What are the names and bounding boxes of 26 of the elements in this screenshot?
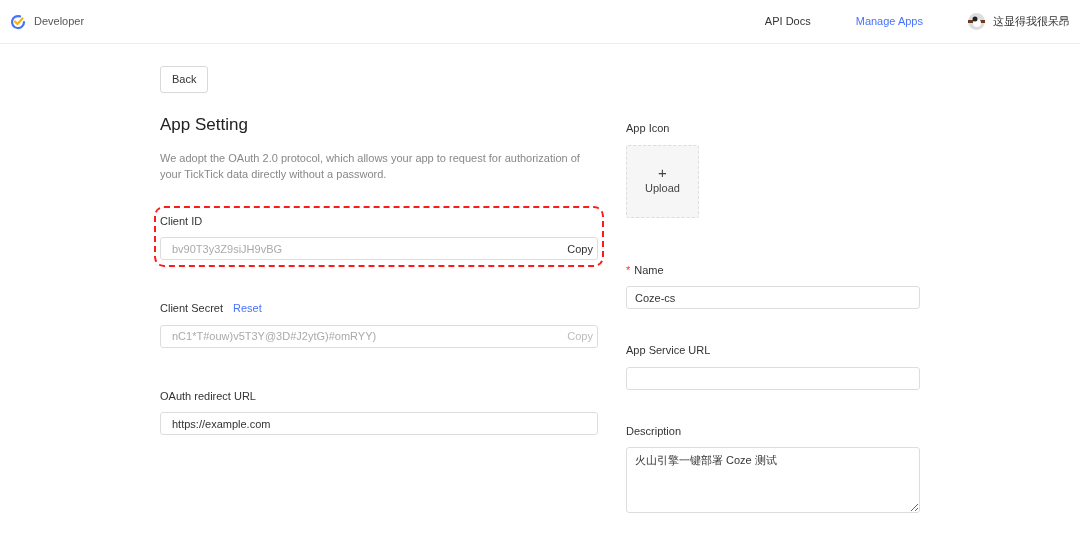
text-field[interactable]: Coze-cs	[626, 286, 920, 309]
field-label: App Service URL	[626, 343, 711, 358]
intro-text: We adopt the OAuth 2.0 protocol, which allows your app to request for authorization of your TickTick data directly without a password.	[160, 150, 581, 182]
description-field[interactable]: 火山引擎一键部署 Coze 测试	[626, 447, 920, 513]
required-mark: *	[626, 263, 631, 276]
field-label: Description	[626, 423, 682, 439]
brand-name: Developer	[34, 14, 85, 30]
logo-icon	[10, 13, 26, 30]
copy-button[interactable]: Copy	[567, 240, 593, 258]
user-name[interactable]: 这显得我很呆昂	[993, 13, 1070, 30]
field-label: Name	[634, 262, 664, 278]
text-input[interactable]: https://example.com	[170, 414, 593, 434]
page-title: App Setting	[160, 114, 249, 135]
nav-link[interactable]: API Docs	[764, 13, 811, 30]
nav-link[interactable]: Manage Apps	[855, 13, 923, 30]
field-label: Client ID	[160, 213, 203, 229]
back-button[interactable]: Back	[160, 66, 209, 93]
text-field[interactable]: bv90T3y3Z9siJH9vBG Copy	[160, 237, 598, 261]
field-label: App Icon	[626, 121, 670, 136]
upload-button[interactable]: + Upload	[626, 144, 699, 218]
field-label: OAuth redirect URL	[160, 388, 256, 404]
text-field[interactable]: https://example.com	[160, 412, 598, 436]
field-label: Client Secret	[160, 301, 223, 317]
avatar[interactable]	[968, 13, 985, 30]
text-field[interactable]	[626, 366, 920, 390]
reset-link[interactable]: Reset	[233, 302, 262, 315]
